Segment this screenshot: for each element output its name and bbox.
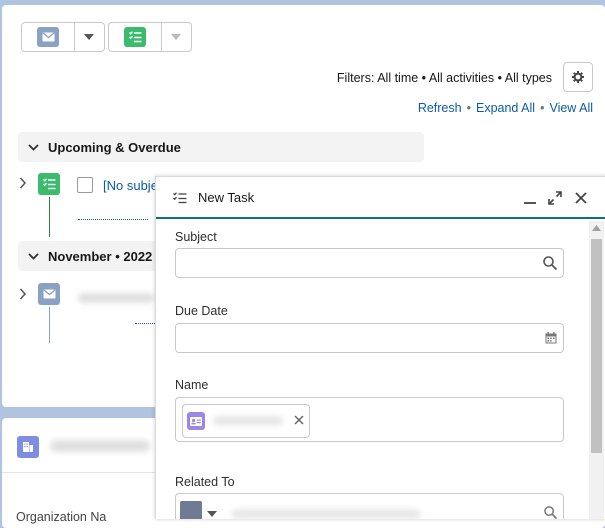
redacted-contact-name [213,416,283,425]
remove-icon[interactable] [294,415,304,425]
panel-title: New Task [198,190,255,205]
task-icon [124,27,146,47]
gear-icon [572,71,584,83]
panel-scrollbar[interactable] [589,221,604,519]
divider [2,472,162,473]
chevron-right-icon[interactable] [19,177,27,189]
calendar-icon[interactable] [545,332,557,344]
email-dropdown-button[interactable] [75,23,103,51]
name-lookup[interactable] [175,397,564,442]
subject-label: Subject [175,230,217,244]
email-icon [38,283,60,305]
chevron-down-icon[interactable] [207,511,217,517]
contact-icon [187,412,205,430]
section-label: November • 2022 [48,248,153,264]
scrollbar-thumb[interactable] [591,239,602,453]
chevron-down-icon [18,143,48,151]
refresh-link[interactable]: Refresh [418,101,462,115]
separator: • [466,101,471,115]
new-task-panel: New Task Subject Due Date Name Related T… [155,176,605,519]
redacted-title [50,440,150,452]
timeline-line [49,307,50,343]
field-label: Organization Na [16,510,107,524]
account-icon [17,436,39,458]
minimize-icon [524,202,536,204]
redacted-text [78,293,154,303]
filters-text: Filters: All time • All activities • All… [336,71,552,85]
chevron-down-icon [171,34,181,40]
new-email-button[interactable] [22,23,75,51]
section-upcoming-overdue[interactable]: Upcoming & Overdue [18,132,424,162]
expand-all-link[interactable]: Expand All [476,101,535,115]
section-label: Upcoming & Overdue [48,139,181,155]
chevron-down-icon [18,252,48,260]
task-button-group [108,22,192,52]
email-related-link[interactable] [135,323,155,324]
due-date-input[interactable] [175,323,564,353]
task-complete-checkbox[interactable] [77,177,93,193]
related-to-label: Related To [175,475,235,489]
new-task-button[interactable] [109,23,162,51]
view-all-link[interactable]: View All [549,101,593,115]
chevron-right-icon[interactable] [19,288,27,300]
task-related-link[interactable] [78,219,148,220]
scroll-up-icon[interactable] [592,225,601,231]
activity-links: Refresh • Expand All • View All [418,101,593,115]
task-subject-link[interactable]: [No subje [103,178,158,193]
expand-icon [548,191,562,205]
close-icon [575,192,587,204]
email-button-group [21,22,105,52]
related-to-lookup[interactable] [175,493,564,519]
due-date-label: Due Date [175,304,228,318]
task-icon [38,173,60,195]
subject-combobox[interactable] [175,248,564,278]
task-dropdown-button[interactable] [162,23,190,51]
expand-button[interactable] [546,189,564,207]
filter-settings-button[interactable] [563,62,593,92]
minimize-button[interactable] [521,189,539,207]
selected-contact-pill[interactable] [182,404,310,438]
chevron-down-icon [84,34,94,40]
email-icon [37,27,59,47]
separator: • [540,101,545,115]
task-list-icon [171,189,189,207]
name-label: Name [175,378,209,392]
timeline-line [49,197,50,237]
close-button[interactable] [572,189,590,207]
search-icon [544,506,557,519]
search-icon [543,256,557,270]
object-type-icon[interactable] [180,501,202,519]
panel-header: New Task [156,177,605,219]
